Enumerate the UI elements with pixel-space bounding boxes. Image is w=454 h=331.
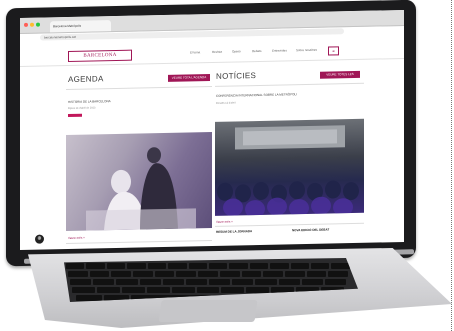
maximize-window-icon[interactable]: [36, 22, 40, 27]
agenda-photo-illustration: [86, 147, 196, 231]
agenda-item-meta: Dijous 14 d'abril de 2023: [68, 106, 96, 110]
nav-item[interactable]: El tema: [190, 50, 200, 54]
dotted-edge: [451, 0, 452, 331]
agenda-photo[interactable]: [66, 131, 212, 232]
noticies-meta: Dimarts 12 d'abril: [216, 101, 236, 105]
noticies-bottom-left[interactable]: RESUM DE LA JORNADA: [216, 229, 252, 234]
noticies-more-link[interactable]: Veure més +: [216, 220, 233, 224]
close-window-icon[interactable]: [24, 22, 28, 27]
agenda-item-tag: [68, 113, 82, 117]
divider: [66, 85, 212, 91]
nav-item[interactable]: Revista: [212, 50, 222, 54]
divider: [215, 82, 364, 87]
key-row: [64, 279, 358, 285]
agenda-all-button[interactable]: VEURE TOTA L'AGENDA: [168, 74, 210, 82]
menu-icon[interactable]: ≡: [328, 46, 339, 56]
laptop-lid: Barcelona Metròpolis barcelonametropolis…: [6, 0, 416, 267]
agenda-item-title[interactable]: HISTÒRIA DE LA BARCELONA: [68, 99, 111, 104]
laptop-screen: Barcelona Metròpolis barcelonametropolis…: [20, 9, 404, 251]
browser-tab[interactable]: Barcelona Metròpolis: [50, 20, 111, 33]
nav-item[interactable]: Debats: [252, 49, 262, 53]
agenda-more-link[interactable]: Veure més +: [68, 236, 85, 240]
agenda-title: AGENDA: [68, 74, 104, 84]
divider: [215, 222, 364, 227]
noticies-headline[interactable]: CONFERÈNCIA INTERNACIONAL SOBRE LA METRÒ…: [216, 92, 297, 98]
nav-item[interactable]: Opinió: [232, 49, 241, 53]
nav-item[interactable]: Sobre nosaltres: [296, 48, 317, 52]
noticies-title: NOTÍCIES: [216, 71, 257, 81]
laptop-trackpad: [158, 300, 258, 322]
key-row: [64, 263, 358, 269]
noticies-photo[interactable]: [215, 118, 364, 216]
site-logo[interactable]: BARCELONA: [68, 49, 132, 62]
nav-item[interactable]: Entrevistes: [272, 48, 287, 52]
divider: [66, 239, 212, 245]
noticies-photo-illustration: [217, 125, 359, 216]
noticies-bottom-right[interactable]: NOVA EDICIÓ DEL DEBAT: [292, 228, 329, 233]
accessibility-button[interactable]: ⊕: [35, 234, 44, 244]
minimize-window-icon[interactable]: [30, 22, 34, 27]
site-header: BARCELONA El tema Revista Opinió Debats …: [20, 35, 404, 68]
key-row: [64, 271, 358, 277]
noticies-all-button[interactable]: VEURE TOTES LES: [320, 70, 360, 79]
